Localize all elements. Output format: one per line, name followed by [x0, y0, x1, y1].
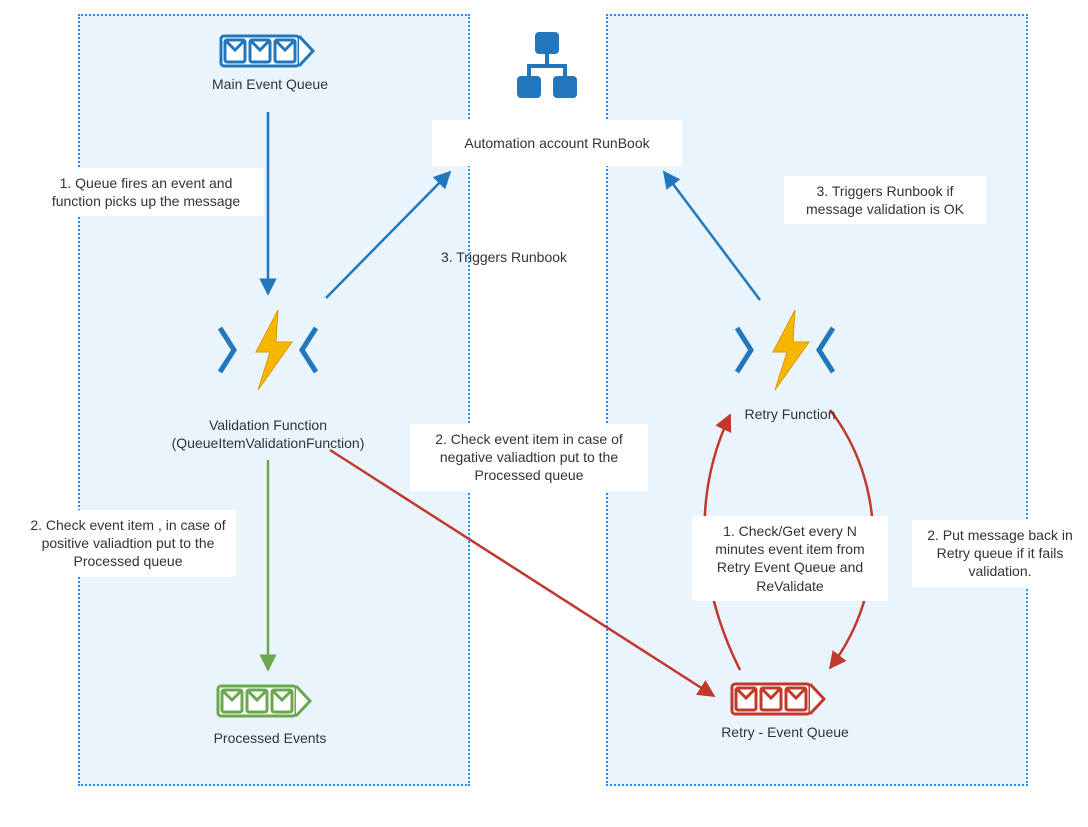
label-main-queue: Main Event Queue	[190, 76, 350, 92]
note-retry-back: 2. Put message back in Retry queue if it…	[912, 520, 1088, 587]
note-center-negative: 2. Check event item in case of negative …	[410, 424, 648, 491]
hierarchy-icon	[517, 32, 577, 98]
label-validation-fn-line1: Validation Function	[209, 417, 327, 433]
label-validation-fn-line2: (QueueItemValidationFunction)	[172, 435, 365, 451]
region-left	[78, 14, 470, 786]
label-retry-queue: Retry - Event Queue	[690, 724, 880, 740]
label-validation-fn: Validation Function (QueueItemValidation…	[160, 416, 376, 452]
label-processed: Processed Events	[190, 730, 350, 746]
note-retry-check: 1. Check/Get every N minutes event item …	[692, 516, 888, 601]
label-retry-fn: Retry Function	[710, 406, 870, 422]
label-runbook: Automation account RunBook	[432, 120, 682, 166]
note-left-1: 1. Queue fires an event and function pic…	[28, 168, 264, 216]
note-triggers-runbook: 3. Triggers Runbook	[416, 242, 592, 272]
note-left-2: 2. Check event item , in case of positiv…	[20, 510, 236, 577]
diagram-canvas: Main Event Queue Automation account RunB…	[0, 0, 1088, 827]
note-right-trigger: 3. Triggers Runbook if message validatio…	[784, 176, 986, 224]
